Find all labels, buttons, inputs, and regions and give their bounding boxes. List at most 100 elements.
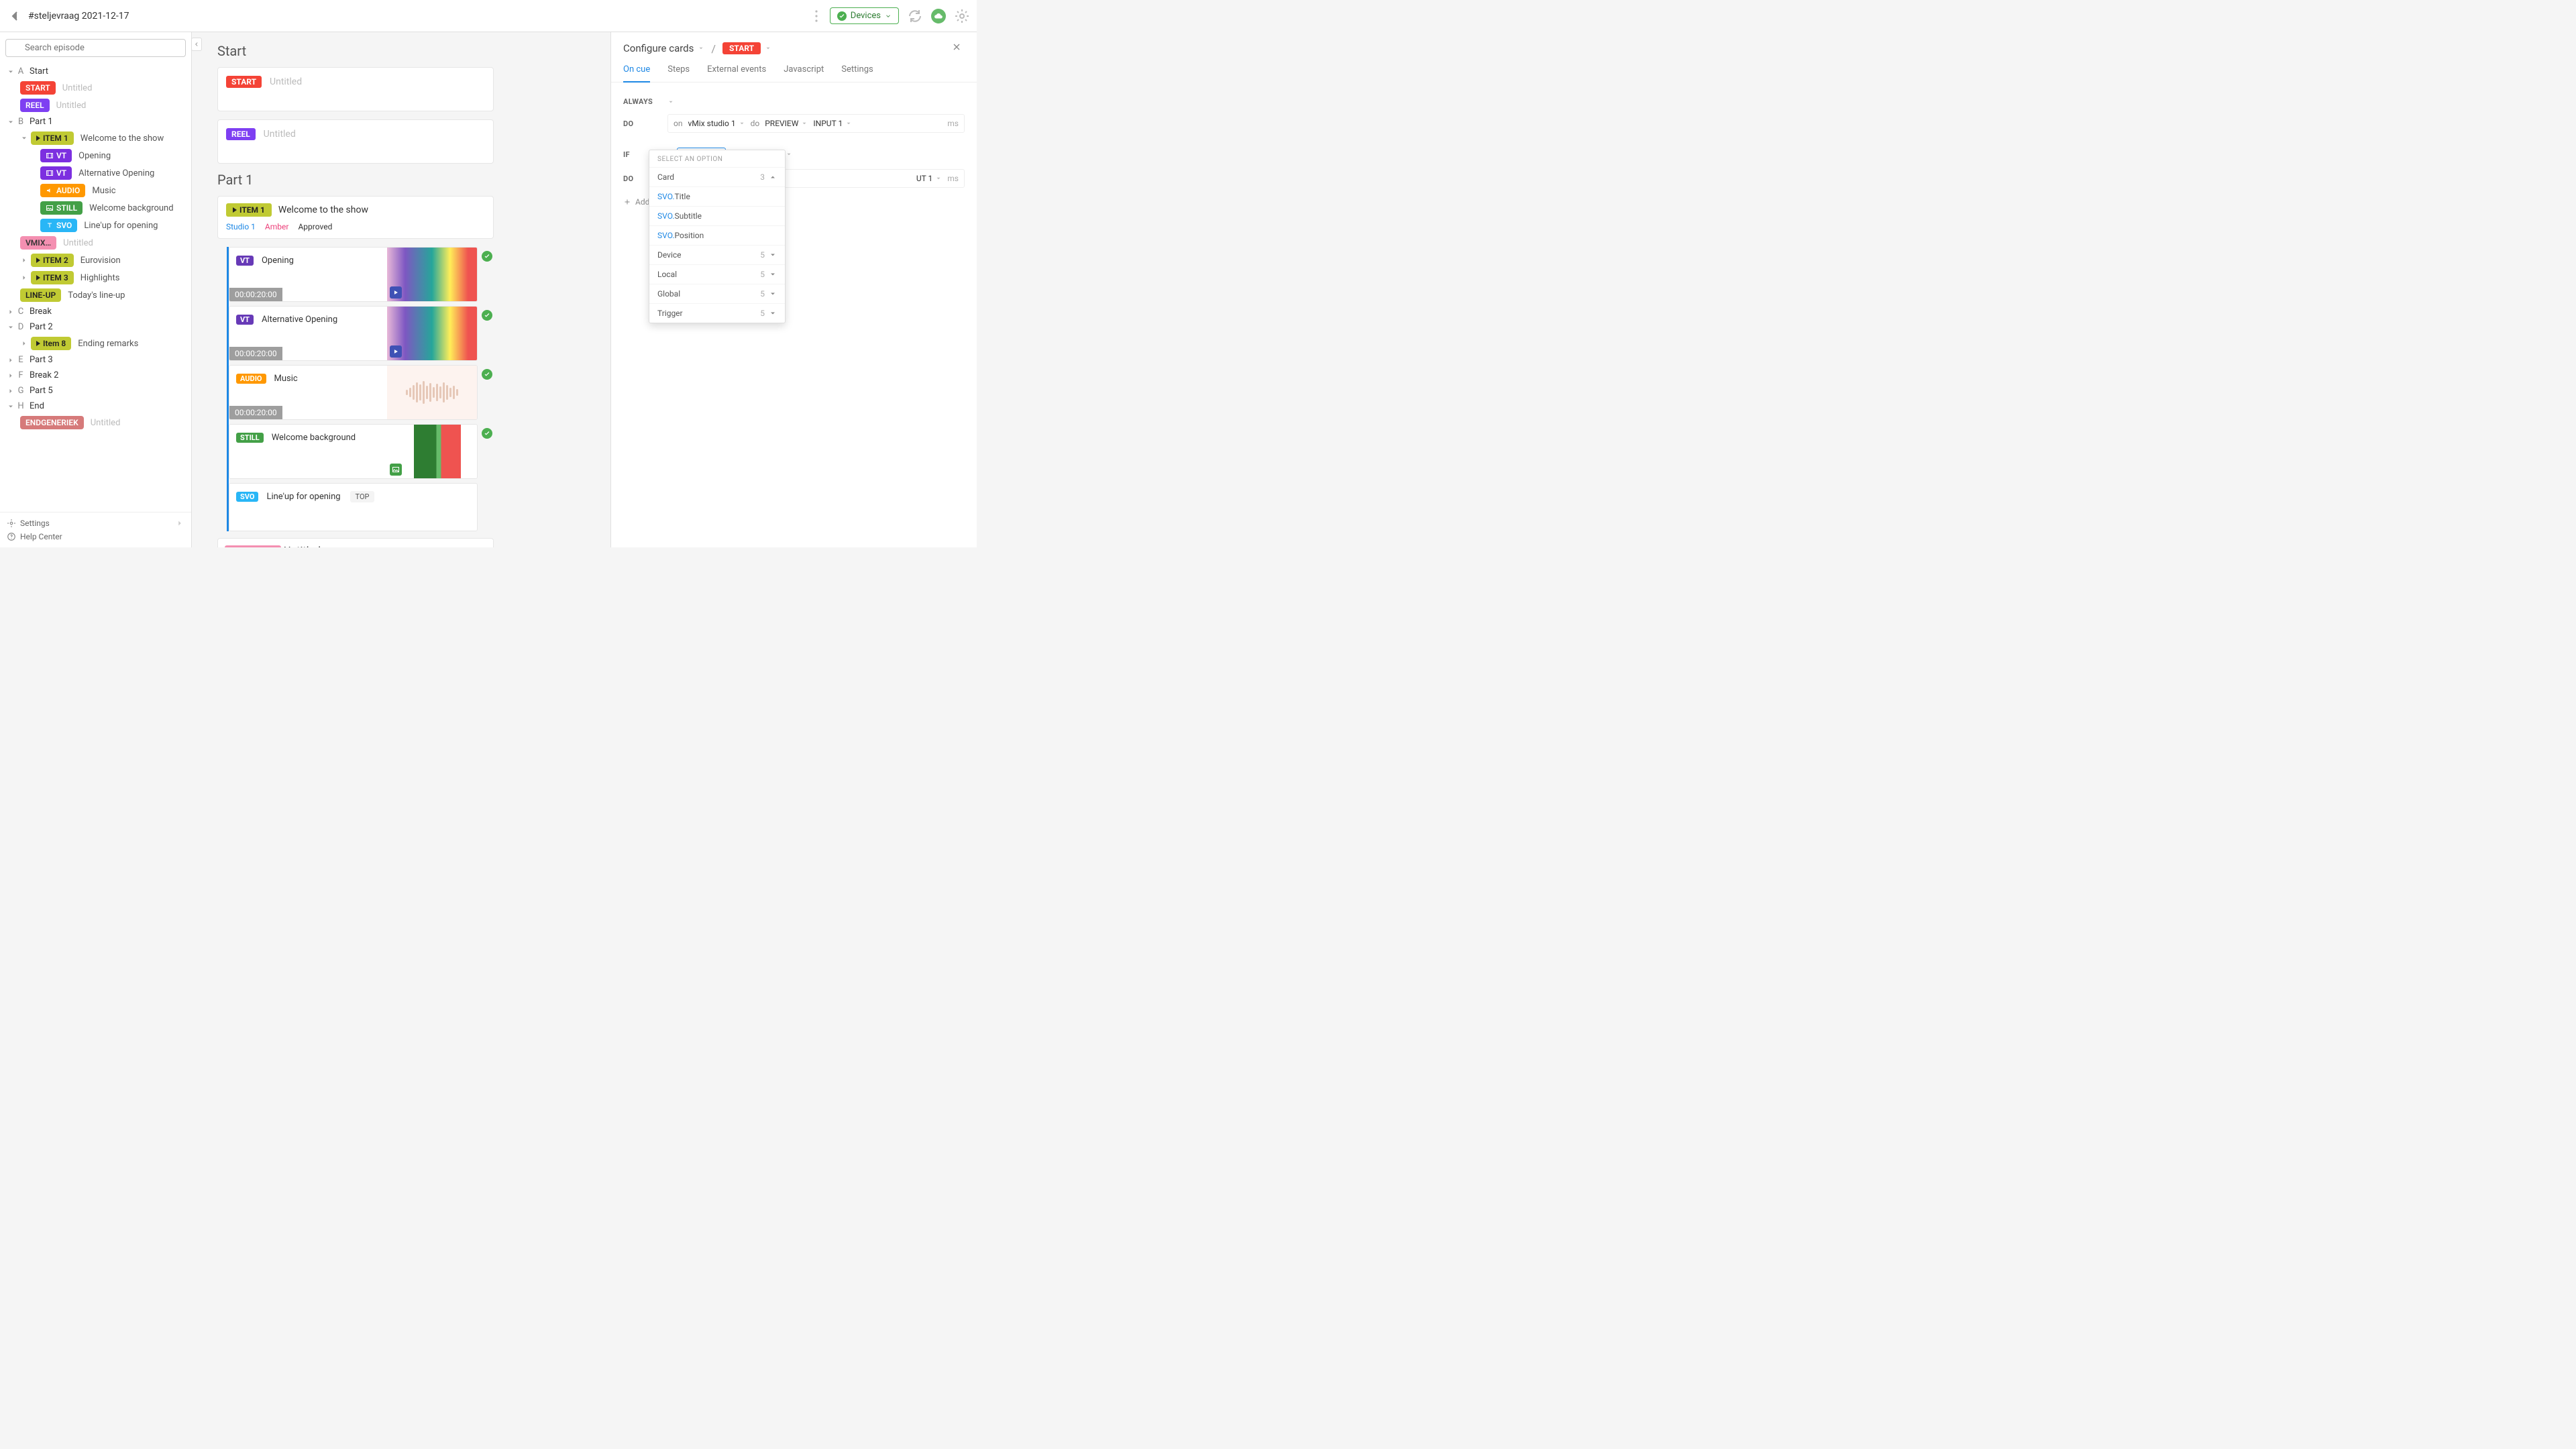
section-g[interactable]: GPart 5 <box>4 383 187 398</box>
still-thumbnail <box>387 425 477 478</box>
more-icon[interactable] <box>808 8 824 24</box>
media-card-still[interactable]: STILL Welcome background <box>229 424 494 479</box>
dropdown-header: SELECT AN OPTION <box>649 150 785 167</box>
gear-icon[interactable] <box>954 8 970 24</box>
dd-option-device[interactable]: Device5 <box>649 245 785 264</box>
tree-item-vt2[interactable]: VTAlternative Opening <box>40 164 187 182</box>
tab-steps[interactable]: Steps <box>667 64 690 82</box>
section-d[interactable]: DPart 2 <box>4 319 187 335</box>
dd-option-local[interactable]: Local5 <box>649 264 785 284</box>
sidebar: A Start START Untitled REEL Untitled B P… <box>0 32 192 547</box>
property-dropdown: SELECT AN OPTION Card 3 SVO.Title SVO.Su… <box>649 150 786 323</box>
tree-item-item8[interactable]: Item 8Ending remarks <box>20 335 187 352</box>
media-card-music[interactable]: AUDIO Music 00:00:20:00 <box>229 365 494 420</box>
tab-settings[interactable]: Settings <box>841 64 873 82</box>
tree-item-vmix[interactable]: VMIX…Untitled <box>20 234 187 252</box>
section-a[interactable]: A Start <box>4 64 187 79</box>
sidebar-settings[interactable]: Settings <box>7 517 184 530</box>
volume-icon <box>46 186 54 195</box>
tree-item-item1[interactable]: ITEM 1 Welcome to the show <box>20 129 187 147</box>
do-rule-box[interactable]: on vMix studio 1 do PREVIEW INPUT 1 ms <box>667 114 965 133</box>
section-heading-part1: Part 1 <box>217 172 594 188</box>
chevron-left-icon[interactable] <box>191 38 202 51</box>
check-icon <box>482 310 492 321</box>
card-reel[interactable]: REEL Untitled <box>217 119 494 164</box>
waveform-thumbnail <box>387 366 477 419</box>
chevron-right-icon <box>7 356 15 364</box>
dd-option-card[interactable]: Card 3 <box>649 167 785 186</box>
chevron-up-icon <box>769 173 777 181</box>
section-e[interactable]: EPart 3 <box>4 352 187 368</box>
chevron-down-icon <box>801 120 808 127</box>
play-icon[interactable] <box>390 286 402 299</box>
chevron-right-icon <box>7 387 15 395</box>
play-icon <box>36 341 40 346</box>
chevron-right-icon <box>7 308 15 316</box>
tab-javascript[interactable]: Javascript <box>784 64 824 82</box>
chevron-right-icon <box>20 339 28 347</box>
tag-name[interactable]: Amber <box>265 222 289 231</box>
chevron-down-icon[interactable] <box>667 99 674 105</box>
section-b[interactable]: B Part 1 <box>4 114 187 129</box>
devices-button[interactable]: Devices <box>830 7 899 24</box>
breadcrumb[interactable]: Configure cards <box>623 42 694 54</box>
section-h[interactable]: HEnd <box>4 398 187 414</box>
tab-external[interactable]: External events <box>707 64 766 82</box>
tree-item-endgen[interactable]: ENDGENERIEKUntitled <box>20 414 187 431</box>
play-icon[interactable] <box>390 345 402 358</box>
media-card-opening[interactable]: VT Opening 00:00:20:00 <box>229 247 494 302</box>
search-input[interactable] <box>5 39 186 57</box>
chevron-down-icon <box>7 68 15 76</box>
tree-item-audio[interactable]: AUDIOMusic <box>40 182 187 199</box>
cloud-status-icon[interactable] <box>931 9 946 23</box>
dd-option-global[interactable]: Global5 <box>649 284 785 303</box>
back-icon[interactable] <box>7 8 23 24</box>
sidebar-collapse-handle[interactable] <box>192 32 201 547</box>
tree-item-item2[interactable]: ITEM 2Eurovision <box>20 252 187 269</box>
chevron-down-icon <box>769 290 777 298</box>
tree-item-item3[interactable]: ITEM 3Highlights <box>20 269 187 286</box>
chevron-down-icon <box>20 134 28 142</box>
chevron-down-icon[interactable] <box>698 45 704 52</box>
sidebar-help[interactable]: Help Center <box>7 530 184 543</box>
card-vmix-social[interactable]: VMIX SOCIAL Untitled <box>217 538 494 547</box>
dd-option-svo-title[interactable]: SVO.Title <box>649 186 785 206</box>
section-f[interactable]: FBreak 2 <box>4 368 187 383</box>
section-c[interactable]: CBreak <box>4 304 187 319</box>
dd-option-svo-position[interactable]: SVO.Position <box>649 225 785 245</box>
close-icon[interactable] <box>951 42 965 55</box>
tree-item-svo[interactable]: SVOLine'up for opening <box>40 217 187 234</box>
card-start[interactable]: START Untitled <box>217 67 494 111</box>
episode-title: #steljevraag 2021-12-17 <box>28 11 129 21</box>
tab-on-cue[interactable]: On cue <box>623 64 650 83</box>
breadcrumb-badge[interactable]: START <box>722 42 761 54</box>
chevron-down-icon <box>769 270 777 278</box>
play-icon <box>36 136 40 141</box>
tree-item-still[interactable]: STILLWelcome background <box>40 199 187 217</box>
item1-card[interactable]: ITEM 1 Welcome to the show Studio 1 Ambe… <box>217 196 494 239</box>
video-thumbnail <box>387 307 477 360</box>
dd-option-trigger[interactable]: Trigger5 <box>649 303 785 323</box>
chevron-down-icon[interactable] <box>765 45 771 52</box>
chevron-down-icon[interactable] <box>786 151 792 158</box>
section-heading-start: Start <box>217 43 594 59</box>
tag-status[interactable]: Approved <box>298 222 332 231</box>
media-card-alt-opening[interactable]: VT Alternative Opening 00:00:20:00 <box>229 306 494 361</box>
help-icon <box>7 532 16 541</box>
chevron-down-icon <box>769 309 777 317</box>
status-ok-icon <box>837 11 847 21</box>
dd-option-svo-subtitle[interactable]: SVO.Subtitle <box>649 206 785 225</box>
tag-studio[interactable]: Studio 1 <box>226 222 256 231</box>
play-icon <box>233 207 237 213</box>
chevron-down-icon <box>845 120 852 127</box>
gear-icon <box>7 519 16 528</box>
tree-item-vt1[interactable]: VTOpening <box>40 147 187 164</box>
play-icon <box>36 275 40 280</box>
media-card-svo[interactable]: SVO Line'up for opening TOP <box>229 483 494 531</box>
tree-item-start[interactable]: START Untitled <box>20 79 187 97</box>
tree-item-reel[interactable]: REEL Untitled <box>20 97 187 114</box>
panel-tabs: On cue Steps External events Javascript … <box>611 55 977 83</box>
sync-icon[interactable] <box>907 8 923 24</box>
text-icon <box>46 221 54 229</box>
tree-item-lineup[interactable]: LINE-UPToday's line-up <box>20 286 187 304</box>
